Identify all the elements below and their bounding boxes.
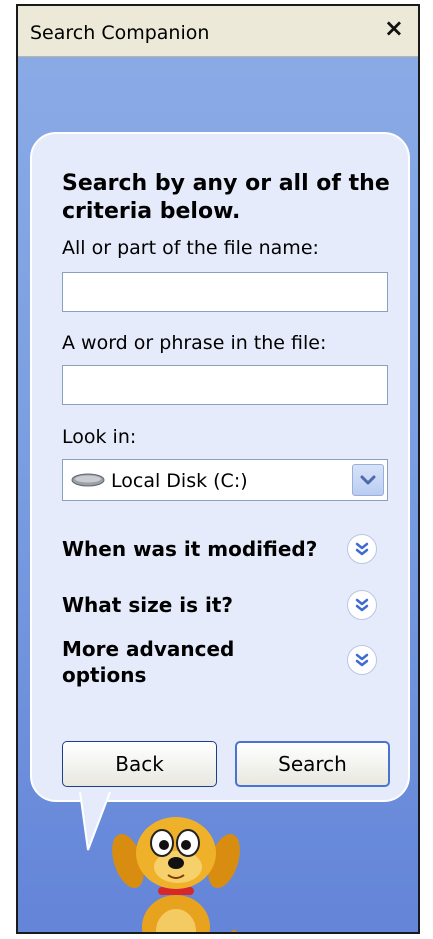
search-companion-window: Search Companion × Search by any or all … xyxy=(16,4,420,934)
local-disk-icon xyxy=(71,473,105,487)
window-title: Search Companion xyxy=(30,22,210,44)
option-modified-link[interactable]: When was it modified? xyxy=(62,536,317,562)
form-heading: Search by any or all of the criteria bel… xyxy=(62,171,390,224)
dropdown-arrow-button[interactable] xyxy=(352,464,384,496)
filename-label: All or part of the file name: xyxy=(62,237,319,259)
dog-character-icon xyxy=(112,817,240,932)
option-size-link[interactable]: What size is it? xyxy=(62,592,233,618)
phrase-label: A word or phrase in the file: xyxy=(62,332,327,354)
title-bar: Search Companion × xyxy=(18,6,418,57)
speech-bubble: Search by any or all of the criteria bel… xyxy=(30,132,410,802)
chevron-down-icon xyxy=(360,475,376,485)
expand-chevron-icon[interactable] xyxy=(347,534,377,564)
back-button[interactable]: Back xyxy=(62,741,217,787)
phrase-input[interactable] xyxy=(62,365,388,405)
lookin-dropdown[interactable]: Local Disk (C:) xyxy=(62,459,388,501)
close-button[interactable]: × xyxy=(384,14,404,42)
lookin-label: Look in: xyxy=(62,426,137,448)
lookin-value: Local Disk (C:) xyxy=(111,470,248,492)
filename-input[interactable] xyxy=(62,272,388,312)
search-button[interactable]: Search xyxy=(235,741,390,787)
option-advanced-link[interactable]: More advanced options xyxy=(62,636,312,688)
expand-chevron-icon[interactable] xyxy=(347,645,377,675)
expand-chevron-icon[interactable] xyxy=(347,590,377,620)
companion-panel: Search by any or all of the criteria bel… xyxy=(18,57,418,932)
